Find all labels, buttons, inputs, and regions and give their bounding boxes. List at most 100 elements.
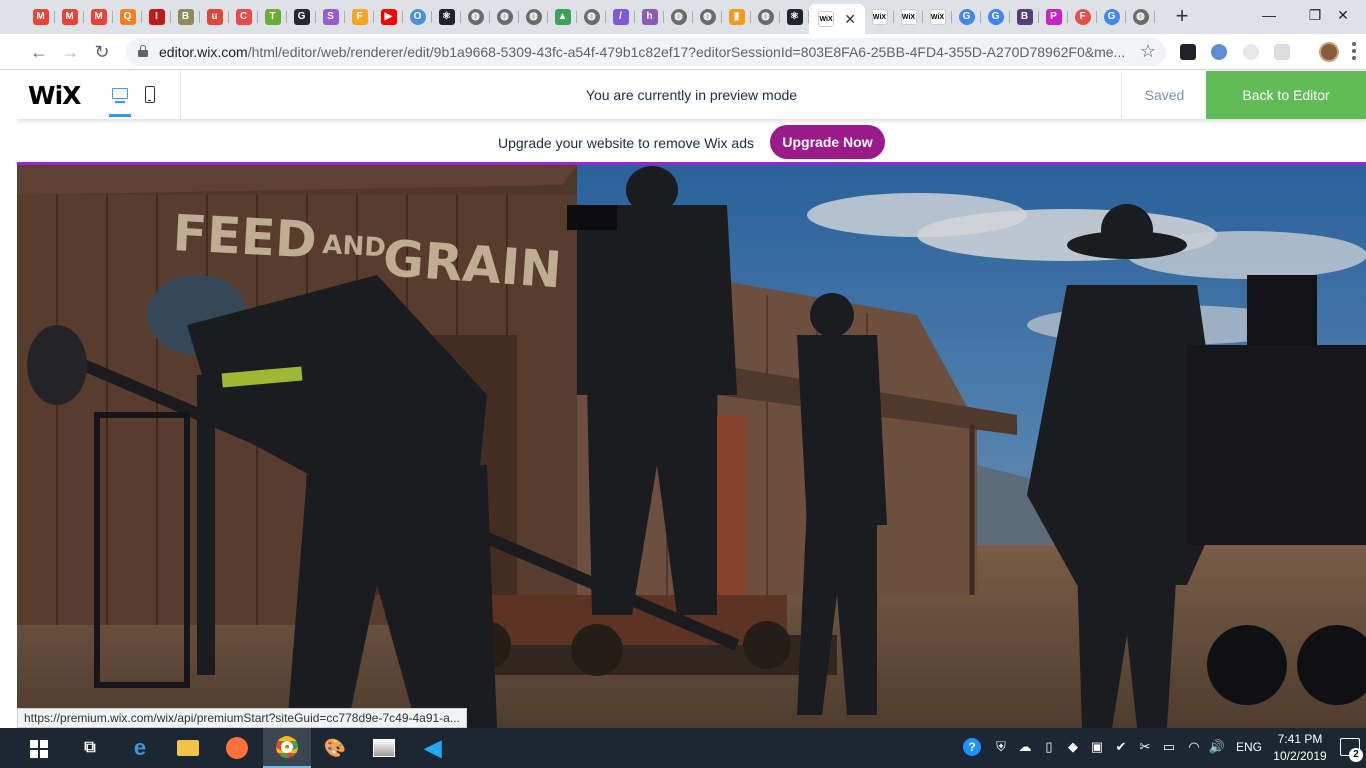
browser-tab[interactable]: ▶ xyxy=(374,4,403,30)
paint-app-icon[interactable]: 🎨 xyxy=(311,728,359,768)
google-icon: G xyxy=(987,9,1004,25)
gmail-icon: M xyxy=(32,9,49,25)
browser-tab[interactable]: WiX xyxy=(923,4,952,30)
browser-tab[interactable]: WiX xyxy=(865,4,894,30)
blue-extension-icon[interactable] xyxy=(1211,44,1227,60)
browser-tab[interactable]: G xyxy=(1097,4,1126,30)
help-icon[interactable]: ? xyxy=(963,738,981,756)
wix-icon: WiX xyxy=(818,11,835,27)
upgrade-now-button[interactable]: Upgrade Now xyxy=(770,125,885,159)
volume-icon[interactable]: 🔊 xyxy=(1208,738,1226,756)
browser-tab[interactable]: ◍ xyxy=(490,4,519,30)
browser-tab[interactable]: G xyxy=(287,4,316,30)
wix-logo[interactable]: WiX xyxy=(28,81,81,110)
browser-tab[interactable]: ◍ xyxy=(1126,4,1155,30)
wix-preview-page: WiX You are currently in preview mode Sa… xyxy=(17,71,1366,728)
browser-tab[interactable]: F xyxy=(345,4,374,30)
browser-tab[interactable]: G xyxy=(981,4,1010,30)
mobile-view-icon[interactable] xyxy=(145,86,155,103)
forward-arrow-icon[interactable]: → xyxy=(59,41,81,63)
device-switcher xyxy=(105,71,181,119)
desktop-view-icon[interactable] xyxy=(107,71,133,119)
browser-tab[interactable]: O xyxy=(403,4,432,30)
browser-tab[interactable]: C xyxy=(229,4,258,30)
browser-tab[interactable]: B xyxy=(1010,4,1039,30)
photos-icon[interactable] xyxy=(360,728,408,768)
new-tab-button[interactable]: + xyxy=(1170,5,1194,28)
chrome-icon[interactable] xyxy=(263,728,311,768)
usb-icon[interactable]: ▯ xyxy=(1040,738,1058,756)
back-to-editor-button[interactable]: Back to Editor xyxy=(1206,71,1366,119)
profile-avatar[interactable] xyxy=(1319,42,1339,62)
browser-tab[interactable]: M xyxy=(26,4,55,30)
react-devtools-extension-icon[interactable] xyxy=(1180,44,1196,60)
browser-tab[interactable]: M xyxy=(55,4,84,30)
tree-app-icon: ▲ xyxy=(554,9,571,25)
browser-tab[interactable]: F xyxy=(1068,4,1097,30)
bars-app-icon: ▮ xyxy=(728,9,745,25)
shield-icon[interactable]: ⛨ xyxy=(992,738,1010,756)
chrome-menu-icon[interactable] xyxy=(1352,42,1356,60)
browser-tab[interactable]: ◍ xyxy=(751,4,780,30)
browser-tab[interactable]: Q xyxy=(113,4,142,30)
browser-tab[interactable]: ▮ xyxy=(722,4,751,30)
address-bar[interactable]: editor.wix.com/html/editor/web/renderer/… xyxy=(126,38,1166,66)
browser-tab-active[interactable]: WiX ✕ xyxy=(809,4,865,34)
google-icon: G xyxy=(1103,9,1120,25)
browser-tab[interactable]: / xyxy=(606,4,635,30)
globe-icon: ◍ xyxy=(496,9,513,25)
browser-tab[interactable]: ◍ xyxy=(693,4,722,30)
wifi-icon[interactable]: ◠ xyxy=(1185,738,1203,756)
browser-tab[interactable]: WiX xyxy=(894,4,923,30)
close-tab-icon[interactable]: ✕ xyxy=(844,11,856,28)
browser-tab[interactable]: ▲ xyxy=(548,4,577,30)
p-app-icon: P xyxy=(1045,9,1062,25)
tab-list: M M M Q I Bu C T G S F ▶ O ⚛ ◍ ◍ ◍ ▲ ◍ / h ◍ ◍ ▮ ◍ ⚛ WiX ✕ WiX WiX WiX… xyxy=(26,4,1155,34)
vscode-icon[interactable]: ◀ xyxy=(409,728,457,768)
bookmark-star-icon[interactable]: ☆ xyxy=(1140,41,1156,62)
tool-app-icon[interactable]: ✂ xyxy=(1136,738,1154,756)
browser-tab[interactable]: ◍ xyxy=(519,4,548,30)
h-app-icon: h xyxy=(641,9,658,25)
onedrive-icon[interactable]: ☁ xyxy=(1016,738,1034,756)
yellow-app-icon: B xyxy=(177,9,194,25)
language-indicator[interactable]: ENG xyxy=(1236,740,1262,754)
firefox-icon[interactable] xyxy=(213,728,261,768)
browser-tab[interactable]: h xyxy=(635,4,664,30)
edit-extension-icon[interactable] xyxy=(1274,44,1290,60)
clock[interactable]: 7:41 PM 10/2/2019 xyxy=(1272,731,1328,765)
notification-count-badge: 2 xyxy=(1349,748,1363,762)
minimize-button[interactable]: — xyxy=(1246,5,1292,27)
file-explorer-icon[interactable] xyxy=(164,728,212,768)
browser-tab[interactable]: u xyxy=(200,4,229,30)
battery-icon[interactable]: ▭ xyxy=(1160,738,1178,756)
browser-tab[interactable]: G xyxy=(952,4,981,30)
browser-tab[interactable]: B xyxy=(171,4,200,30)
reload-icon[interactable]: ↻ xyxy=(91,41,113,63)
browser-tab[interactable]: P xyxy=(1039,4,1068,30)
browser-tab[interactable]: T xyxy=(258,4,287,30)
url-host: editor.wix.com xyxy=(159,44,248,60)
browser-tab[interactable]: ◍ xyxy=(664,4,693,30)
dropbox-icon[interactable]: ◆ xyxy=(1064,738,1082,756)
browser-tab[interactable]: S xyxy=(316,4,345,30)
wix-ads-banner: Upgrade your website to remove Wix ads U… xyxy=(17,119,1366,165)
edge-icon[interactable]: e xyxy=(116,728,164,768)
browser-tab[interactable]: ◍ xyxy=(577,4,606,30)
orange-app-icon: Q xyxy=(119,9,136,25)
globe-icon: ◍ xyxy=(467,9,484,25)
monitor-app-icon[interactable]: ▣ xyxy=(1088,738,1106,756)
browser-tab[interactable]: ◍ xyxy=(461,4,490,30)
browser-tab[interactable]: I xyxy=(142,4,171,30)
back-arrow-icon[interactable]: ← xyxy=(28,41,50,63)
close-window-button[interactable]: ✕ xyxy=(1320,5,1366,27)
check-app-icon[interactable]: ✔ xyxy=(1112,738,1130,756)
task-view-icon[interactable]: ⧉ xyxy=(66,728,114,768)
url-text[interactable]: editor.wix.com/html/editor/web/renderer/… xyxy=(159,44,1124,60)
lock-icon[interactable] xyxy=(138,45,148,57)
browser-tab[interactable]: M xyxy=(84,4,113,30)
browser-tab[interactable]: ⚛ xyxy=(780,4,809,30)
browser-tab[interactable]: ⚛ xyxy=(432,4,461,30)
windows-start-icon[interactable] xyxy=(30,740,48,758)
grey-extension-icon[interactable] xyxy=(1243,44,1259,60)
